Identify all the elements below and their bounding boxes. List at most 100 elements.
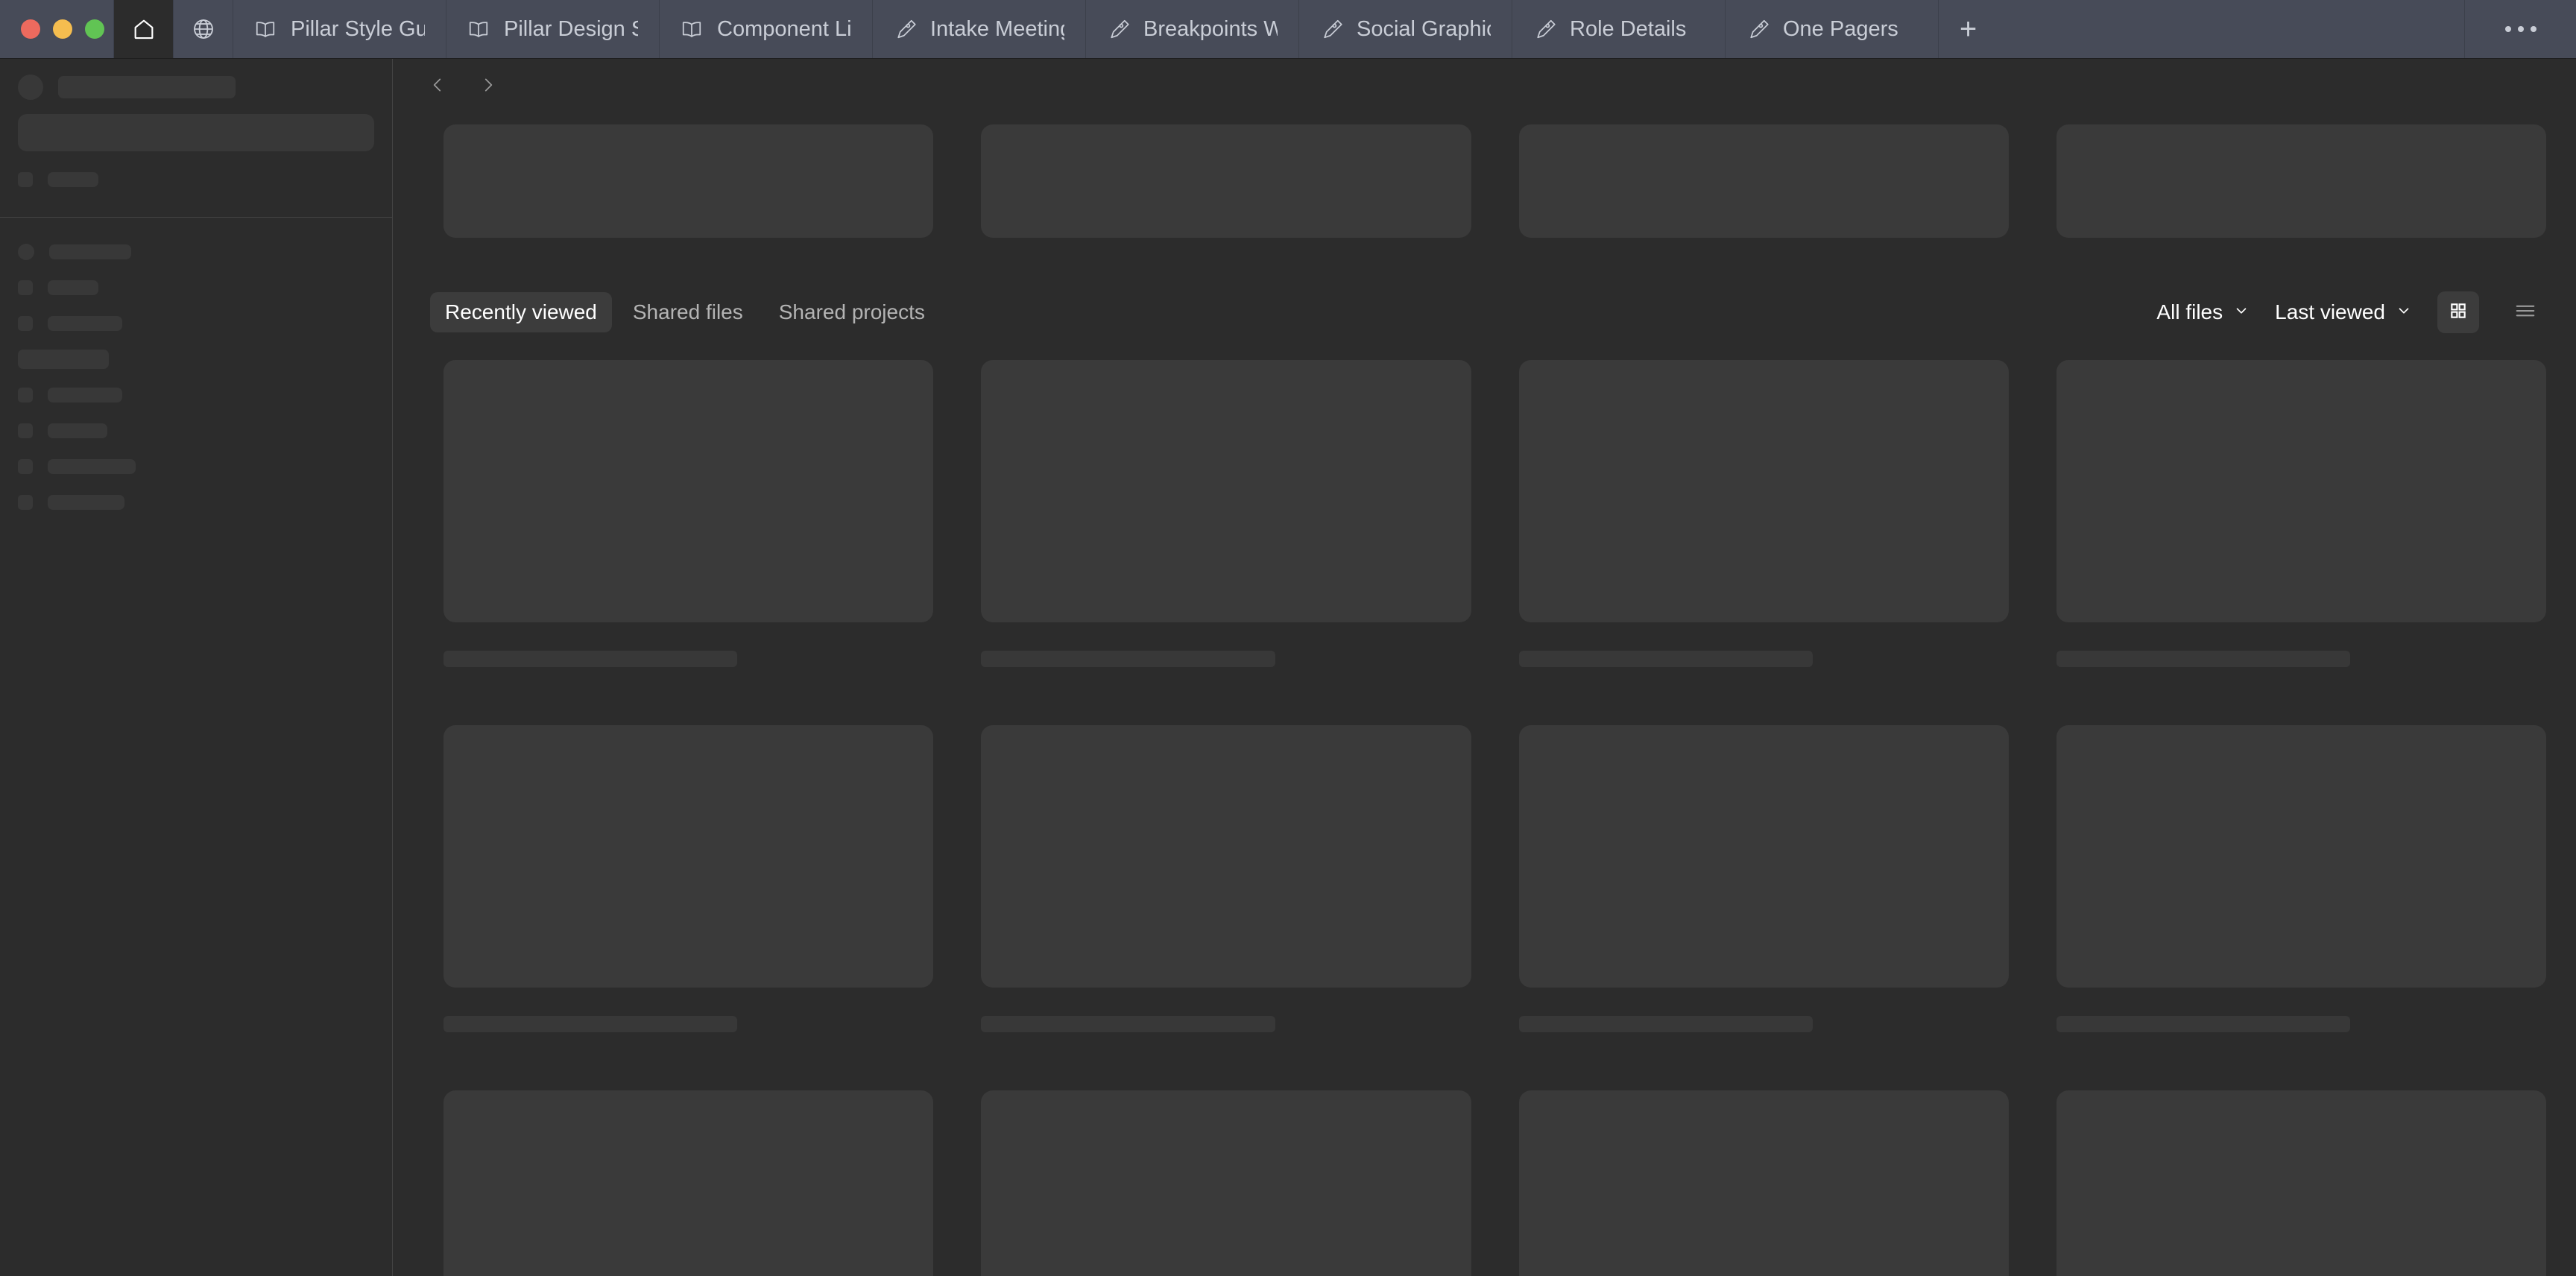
item-icon-skeleton [18, 244, 34, 260]
tab-file-7[interactable]: One Pagers [1725, 0, 1938, 58]
file-card[interactable] [443, 360, 934, 667]
card-thumbnail-skeleton [981, 725, 1471, 988]
file-card[interactable] [1518, 725, 2009, 1032]
card-thumbnail-skeleton [1518, 725, 2009, 988]
forward-button[interactable] [470, 67, 506, 103]
tab-file-5[interactable]: Social Graphics [1298, 0, 1512, 58]
plus-icon: + [1959, 12, 1977, 45]
card-thumbnail-skeleton [443, 360, 934, 622]
item-label-skeleton [48, 280, 98, 295]
sidebar-item-4[interactable] [13, 377, 379, 413]
search-input[interactable] [18, 114, 374, 151]
pen-nib-icon [894, 18, 916, 40]
tab-shared-files[interactable]: Shared files [618, 292, 758, 332]
sidebar-item-3[interactable] [13, 306, 379, 341]
file-card[interactable] [1518, 360, 2009, 667]
account-name-skeleton [58, 76, 236, 98]
pen-nib-icon [1533, 18, 1556, 40]
tab-file-6[interactable]: Role Details [1512, 0, 1725, 58]
sidebar-item-0[interactable] [13, 162, 379, 198]
file-card[interactable] [1518, 1090, 2009, 1276]
item-label-skeleton [49, 244, 131, 259]
file-card-grid-row-3 [443, 1090, 2546, 1276]
card-thumbnail-skeleton [443, 1090, 934, 1276]
sidebar-item-5[interactable] [13, 413, 379, 449]
card-title-skeleton [981, 651, 1275, 667]
tab-label: One Pagers [1783, 16, 1898, 41]
banner-skeleton [2056, 124, 2546, 238]
sort-label: Last viewed [2275, 300, 2385, 323]
maximize-button[interactable] [85, 19, 104, 39]
minimize-button[interactable] [53, 19, 72, 39]
tab-label: Role Details [1570, 16, 1687, 41]
home-icon [131, 16, 157, 42]
file-card[interactable] [981, 360, 1471, 667]
content-tabs: Recently viewed Shared files Shared proj… [430, 292, 940, 332]
card-thumbnail-skeleton [981, 1090, 1471, 1276]
tab-label: Intake Meetings & Process [930, 16, 1064, 41]
file-card[interactable] [443, 725, 934, 1032]
file-card[interactable] [2056, 725, 2546, 1032]
tab-file-2[interactable]: Component Library [659, 0, 872, 58]
sidebar-account-section [0, 69, 392, 198]
file-card-grid-row-2 [443, 725, 2546, 1032]
tab-label: Pillar Design System [504, 16, 638, 41]
file-card[interactable] [981, 725, 1471, 1032]
sidebar-item-6[interactable] [13, 449, 379, 484]
list-view-button[interactable] [2504, 291, 2546, 333]
item-icon-skeleton [18, 388, 33, 402]
file-card[interactable] [981, 1090, 1471, 1276]
card-title-skeleton [981, 1016, 1275, 1032]
sidebar-item-2[interactable] [13, 270, 379, 306]
card-title-skeleton [443, 651, 738, 667]
sidebar-account-row[interactable] [13, 69, 379, 105]
banner-skeleton [443, 124, 934, 238]
card-thumbnail-skeleton [2056, 1090, 2546, 1276]
sort-dropdown[interactable]: Last viewed [2275, 300, 2412, 324]
card-title-skeleton [1518, 651, 1813, 667]
book-icon [467, 18, 490, 40]
avatar-skeleton [18, 75, 43, 100]
item-label-skeleton [48, 423, 107, 438]
tab-recently-viewed[interactable]: Recently viewed [430, 292, 612, 332]
more-horizontal-icon [2504, 26, 2536, 32]
tab-file-3[interactable]: Intake Meetings & Process [872, 0, 1085, 58]
card-thumbnail-skeleton [2056, 360, 2546, 622]
close-button[interactable] [21, 19, 40, 39]
tab-home[interactable] [113, 0, 173, 58]
file-card[interactable] [443, 1090, 934, 1276]
tabbar-overflow-button[interactable] [2464, 0, 2576, 58]
tab-label: Pillar Style Guide [291, 16, 425, 41]
tab-file-1[interactable]: Pillar Design System [446, 0, 659, 58]
pen-nib-icon [1107, 18, 1129, 40]
navigation-row [393, 59, 2576, 111]
tab-community[interactable] [173, 0, 233, 58]
tab-file-0[interactable]: Pillar Style Guide [233, 0, 446, 58]
grid-view-button[interactable] [2437, 291, 2479, 333]
pen-nib-icon [1320, 18, 1342, 40]
tab-file-4[interactable]: Breakpoints Without Plugin [1085, 0, 1298, 58]
new-tab-button[interactable]: + [1938, 0, 1998, 58]
file-card[interactable] [2056, 360, 2546, 667]
back-button[interactable] [420, 67, 455, 103]
sidebar-item-7[interactable] [13, 484, 379, 520]
card-thumbnail-skeleton [1518, 360, 2009, 622]
tab-label: Breakpoints Without Plugin [1143, 16, 1278, 41]
item-label-skeleton [48, 316, 122, 331]
window-tab-bar: Pillar Style Guide Pillar Design System … [0, 0, 2576, 59]
banner-skeleton [981, 124, 1471, 238]
chevron-down-icon [2396, 300, 2412, 324]
sidebar-item-1[interactable] [13, 234, 379, 270]
sidebar-divider [0, 217, 392, 218]
item-label-skeleton [48, 495, 124, 510]
tab-shared-projects[interactable]: Shared projects [764, 292, 940, 332]
toolbar-controls: All files Last viewed [2156, 291, 2546, 333]
card-thumbnail-skeleton [1518, 1090, 2009, 1276]
card-title-skeleton [2056, 1016, 2351, 1032]
file-filter-dropdown[interactable]: All files [2156, 300, 2250, 324]
sidebar-section-header [13, 341, 379, 377]
sidebar [0, 59, 393, 1276]
item-icon-skeleton [18, 280, 33, 295]
file-card[interactable] [2056, 1090, 2546, 1276]
sidebar-teams-section [0, 234, 392, 520]
